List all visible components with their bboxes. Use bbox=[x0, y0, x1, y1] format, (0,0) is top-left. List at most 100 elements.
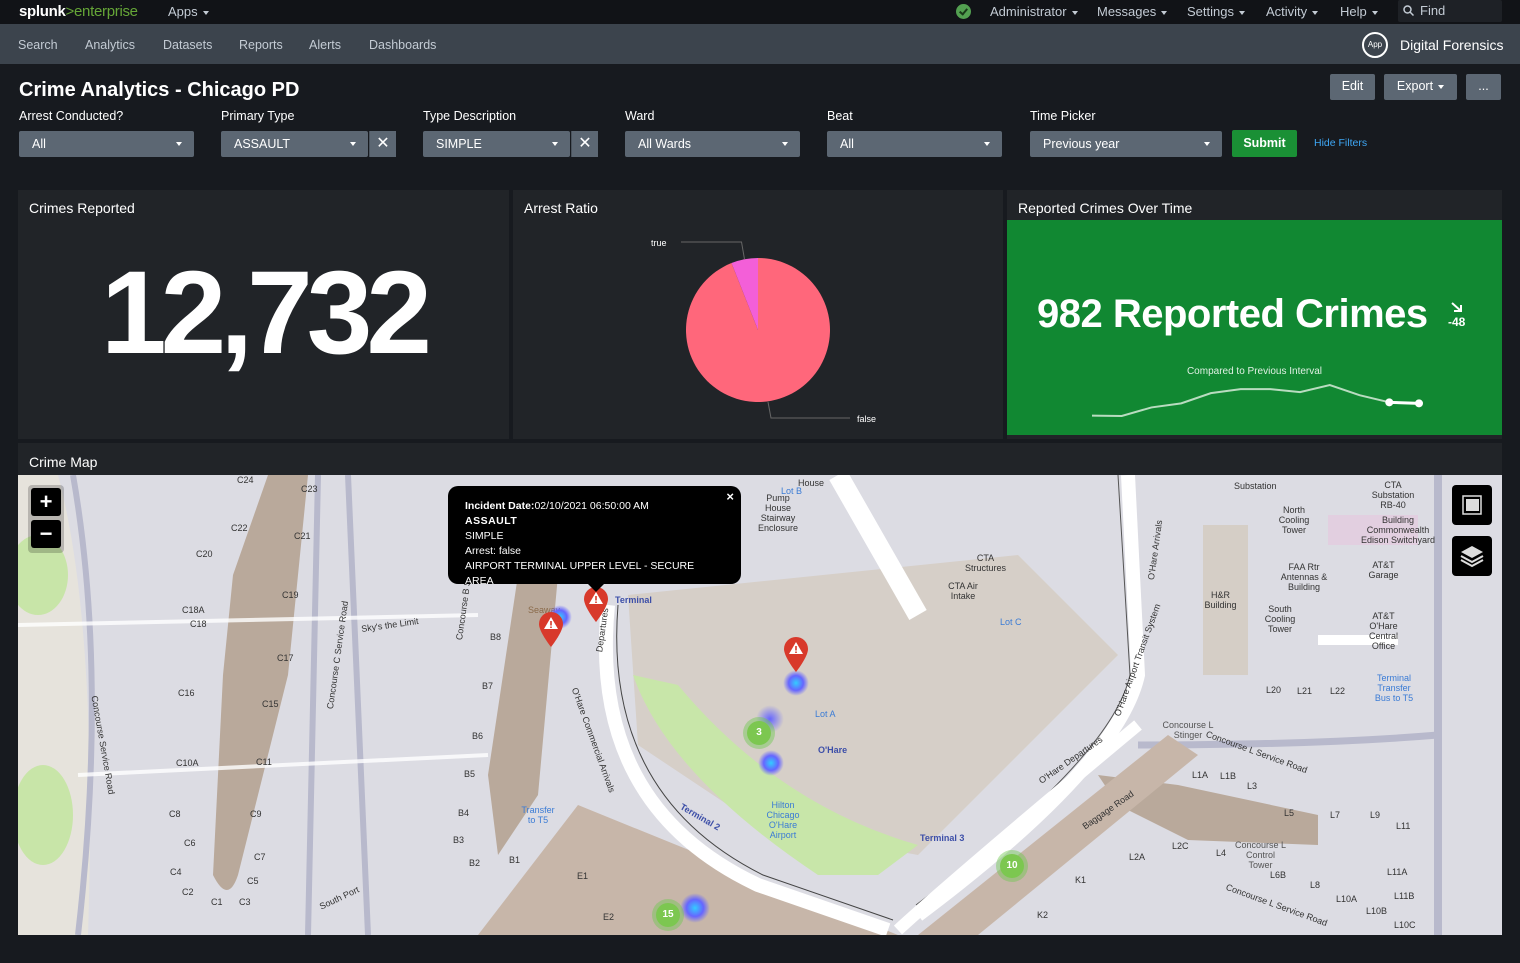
arrest-select[interactable]: All bbox=[19, 131, 194, 157]
heat-spot bbox=[680, 893, 710, 923]
export-button[interactable]: Export bbox=[1384, 74, 1457, 100]
find-placeholder: Find bbox=[1420, 3, 1446, 18]
gate-label: L7 bbox=[1330, 810, 1341, 820]
nav-datasets[interactable]: Datasets bbox=[163, 38, 212, 52]
cluster-marker[interactable]: 10 bbox=[996, 850, 1028, 882]
hr-building-label: H&R Building bbox=[1204, 590, 1237, 610]
hide-filters-link[interactable]: Hide Filters bbox=[1314, 137, 1367, 149]
fit-bounds-icon bbox=[1462, 495, 1482, 515]
gate-label: L2C bbox=[1172, 841, 1189, 851]
beat-select[interactable]: All bbox=[827, 131, 1002, 157]
close-popup-button[interactable]: × bbox=[726, 489, 734, 504]
menu-label: Messages bbox=[1097, 4, 1157, 19]
clear-type-description-button[interactable]: ✕ bbox=[571, 131, 598, 157]
gate-label: C4 bbox=[170, 867, 182, 877]
layers-button[interactable] bbox=[1452, 536, 1492, 576]
clear-primary-type-button[interactable]: ✕ bbox=[369, 131, 396, 157]
nav-search[interactable]: Search bbox=[18, 38, 58, 52]
edit-button[interactable]: Edit bbox=[1330, 74, 1375, 100]
popup-date: Incident Date:02/10/2021 06:50:00 AM bbox=[465, 499, 724, 514]
menu-settings[interactable]: Settings bbox=[1187, 4, 1245, 19]
app-name[interactable]: Digital Forensics bbox=[1400, 37, 1503, 53]
gate-label: B4 bbox=[458, 808, 470, 818]
splunk-logo[interactable]: splunk>enterprise bbox=[19, 3, 138, 20]
cluster-marker[interactable]: 3 bbox=[743, 717, 775, 749]
gate-label: L11B bbox=[1394, 891, 1415, 901]
terminal-3-label: Terminal 3 bbox=[920, 833, 965, 843]
gate-label: B8 bbox=[490, 632, 502, 642]
gate-label: C24 bbox=[237, 475, 254, 485]
app-icon: App bbox=[1362, 32, 1388, 58]
cluster-marker[interactable]: 15 bbox=[652, 899, 684, 931]
caret-down-icon bbox=[176, 142, 182, 146]
incident-marker-selected[interactable] bbox=[583, 587, 609, 623]
dashboard-title: Crime Analytics - Chicago PD bbox=[19, 79, 300, 101]
primary-type-select[interactable]: ASSAULT bbox=[221, 131, 368, 157]
gate-label: B7 bbox=[482, 681, 494, 691]
substation-label: Substation bbox=[1234, 481, 1277, 491]
gate-label: C8 bbox=[169, 809, 181, 819]
sparkline-point bbox=[1385, 398, 1394, 407]
att-garage-label: AT&T Garage bbox=[1368, 560, 1399, 580]
menu-help[interactable]: Help bbox=[1340, 4, 1378, 19]
gate-label: C18A bbox=[182, 605, 205, 615]
caret-down-icon bbox=[782, 142, 788, 146]
gate-label: L1B bbox=[1220, 771, 1237, 781]
zoom-in-button[interactable]: + bbox=[31, 488, 61, 516]
filter-label-primary-type: Primary Type bbox=[221, 109, 295, 123]
nav-dashboards[interactable]: Dashboards bbox=[369, 38, 436, 52]
hilton-label: Hilton Chicago O'Hare Airport bbox=[766, 800, 800, 840]
gate-label: C5 bbox=[247, 876, 259, 886]
caret-down-icon bbox=[350, 142, 356, 146]
find-input[interactable]: Find bbox=[1398, 0, 1502, 22]
leader-line-true bbox=[681, 241, 746, 260]
arrest-ratio-pie-chart: true false bbox=[651, 238, 876, 424]
gate-label: C11 bbox=[256, 757, 272, 767]
single-value-tile: 982 Reported Crimes -48 Compared to Prev… bbox=[1007, 220, 1502, 435]
crime-map-panel-header: Crime Map bbox=[18, 443, 1502, 475]
cluster-count: 3 bbox=[747, 721, 771, 745]
menu-messages[interactable]: Messages bbox=[1097, 4, 1168, 19]
ward-select[interactable]: All Wards bbox=[625, 131, 800, 157]
time-picker-select[interactable]: Previous year bbox=[1030, 131, 1222, 157]
more-actions-button[interactable]: ... bbox=[1466, 74, 1501, 100]
gate-label: C7 bbox=[254, 852, 266, 862]
menu-administrator[interactable]: Administrator bbox=[990, 4, 1078, 19]
caret-down-icon bbox=[552, 142, 558, 146]
menu-activity[interactable]: Activity bbox=[1266, 4, 1319, 19]
nav-analytics[interactable]: Analytics bbox=[85, 38, 135, 52]
zoom-out-button[interactable]: − bbox=[31, 520, 61, 548]
north-cooling-label: North Cooling Tower bbox=[1278, 505, 1310, 535]
fit-bounds-button[interactable] bbox=[1452, 485, 1492, 525]
submit-button[interactable]: Submit bbox=[1232, 130, 1297, 157]
nav-reports[interactable]: Reports bbox=[239, 38, 283, 52]
panel-title: Crime Map bbox=[29, 454, 98, 470]
cta-substation-label: CTA Substation RB-40 bbox=[1371, 480, 1415, 510]
type-description-select[interactable]: SIMPLE bbox=[423, 131, 570, 157]
nav-alerts[interactable]: Alerts bbox=[309, 38, 341, 52]
gate-label: C1 bbox=[211, 897, 223, 907]
gate-label: C6 bbox=[184, 838, 196, 848]
check-circle-icon[interactable] bbox=[956, 4, 971, 19]
filter-label-ward: Ward bbox=[625, 109, 655, 123]
gate-label: C10A bbox=[176, 758, 199, 768]
faa-label: FAA Rtr Antennas & Building bbox=[1280, 562, 1328, 592]
caret-down-icon bbox=[1161, 10, 1168, 15]
select-value: Previous year bbox=[1043, 137, 1120, 151]
select-value: All bbox=[840, 137, 854, 151]
pump-house-label: Pump House Stairway Enclosure bbox=[757, 493, 799, 533]
gate-label: L21 bbox=[1297, 686, 1313, 696]
select-value: SIMPLE bbox=[436, 137, 482, 151]
gate-label: L5 bbox=[1284, 808, 1295, 818]
sparkline bbox=[1091, 383, 1423, 418]
gate-label: K2 bbox=[1037, 910, 1049, 920]
crime-map[interactable]: C24 C23 C22 C21 C20 C19 C18A C18 C17 C16… bbox=[18, 475, 1502, 935]
apps-menu[interactable]: Apps bbox=[168, 4, 209, 19]
incident-marker[interactable] bbox=[783, 637, 809, 673]
gate-label: C2 bbox=[182, 887, 194, 897]
filter-label-type-description: Type Description bbox=[423, 109, 517, 123]
caret-down-icon bbox=[1204, 142, 1210, 146]
app-nav-bar: Search Analytics Datasets Reports Alerts… bbox=[0, 24, 1520, 64]
pie-label-false: false bbox=[857, 414, 876, 424]
incident-marker[interactable] bbox=[538, 612, 564, 648]
